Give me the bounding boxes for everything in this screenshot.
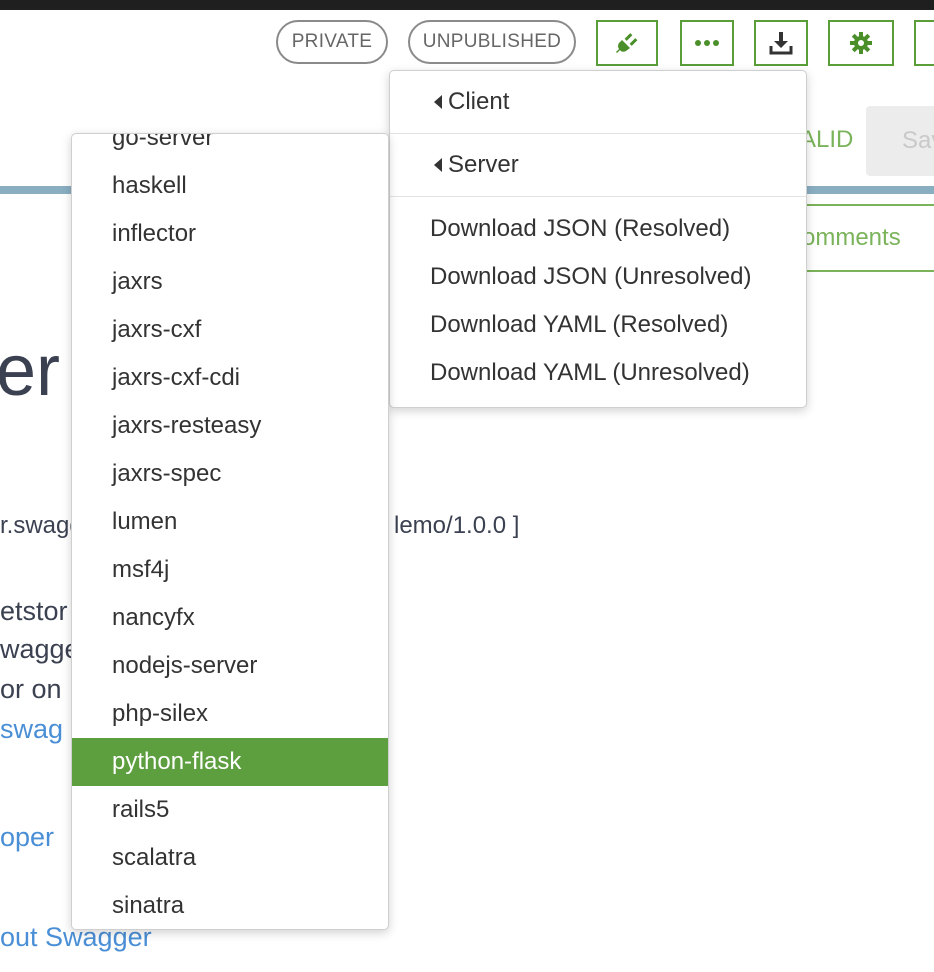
client-submenu[interactable]: Client — [390, 71, 806, 134]
export-button[interactable] — [754, 20, 808, 66]
server-generator-item[interactable]: python-flask — [72, 738, 388, 786]
server-label: Server — [448, 151, 519, 178]
server-generator-list: go-server haskell inflector jaxrs jaxrs-cxf j… — [72, 134, 388, 929]
server-generator-item[interactable]: nodejs-server — [72, 642, 388, 690]
server-submenu[interactable]: Server — [390, 134, 806, 197]
download-yaml-unresolved[interactable]: Download YAML (Unresolved) — [390, 349, 806, 397]
server-generator-item[interactable]: jaxrs-resteasy — [72, 402, 388, 450]
server-generator-item[interactable]: inflector — [72, 210, 388, 258]
download-json-unresolved[interactable]: Download JSON (Unresolved) — [390, 253, 806, 301]
validity-indicator: ALID — [800, 126, 854, 153]
server-generator-item[interactable]: go-server — [72, 134, 388, 162]
client-label: Client — [448, 88, 510, 115]
server-generator-item[interactable]: haskell — [72, 162, 388, 210]
save-button[interactable]: Sav — [866, 106, 934, 176]
window-top-bar — [0, 0, 934, 10]
server-generator-item[interactable]: sinatra — [72, 882, 388, 929]
server-generator-item[interactable]: jaxrs-spec — [72, 450, 388, 498]
description-line-2: wagge — [0, 634, 80, 664]
download-json-resolved[interactable]: Download JSON (Resolved) — [390, 205, 806, 253]
tab-comments-label: omments — [802, 224, 901, 251]
description-line-3: or on — [0, 674, 62, 704]
server-generator-item[interactable]: scalatra — [72, 834, 388, 882]
server-generator-item[interactable]: msf4j — [72, 546, 388, 594]
settings-button[interactable] — [828, 20, 894, 66]
unpublished-badge[interactable]: UNPUBLISHED — [408, 20, 576, 64]
more-toolbar-button[interactable] — [914, 20, 934, 66]
server-generator-item[interactable]: lumen — [72, 498, 388, 546]
plug-icon — [614, 30, 640, 56]
server-generator-item[interactable]: rails5 — [72, 786, 388, 834]
server-generator-item[interactable]: jaxrs — [72, 258, 388, 306]
gear-icon — [849, 31, 873, 55]
save-label: Sav — [902, 127, 934, 154]
download-yaml-resolved[interactable]: Download YAML (Resolved) — [390, 301, 806, 349]
export-menu: Client Server Download JSON (Resolved) D… — [389, 70, 807, 408]
server-generator-item[interactable]: php-silex — [72, 690, 388, 738]
base-url-right: lemo/1.0.0 ] — [394, 512, 520, 539]
integrations-button[interactable] — [596, 20, 658, 66]
private-badge[interactable]: PRIVATE — [276, 20, 388, 64]
contact-developer-link[interactable]: oper — [0, 822, 54, 853]
ellipsis-icon — [694, 39, 720, 47]
description-line-1: etstor — [0, 596, 68, 626]
caret-left-icon — [434, 95, 442, 109]
server-generator-menu[interactable]: go-server haskell inflector jaxrs jaxrs-cxf j… — [71, 133, 389, 930]
download-icon — [769, 30, 793, 56]
more-options-button[interactable] — [680, 20, 734, 66]
caret-left-icon — [434, 158, 442, 172]
server-generator-item[interactable]: jaxrs-cxf — [72, 306, 388, 354]
description-link[interactable]: swag — [0, 714, 63, 745]
page-title: er — [0, 331, 61, 411]
server-generator-item[interactable]: jaxrs-cxf-cdi — [72, 354, 388, 402]
server-generator-item[interactable]: nancyfx — [72, 594, 388, 642]
